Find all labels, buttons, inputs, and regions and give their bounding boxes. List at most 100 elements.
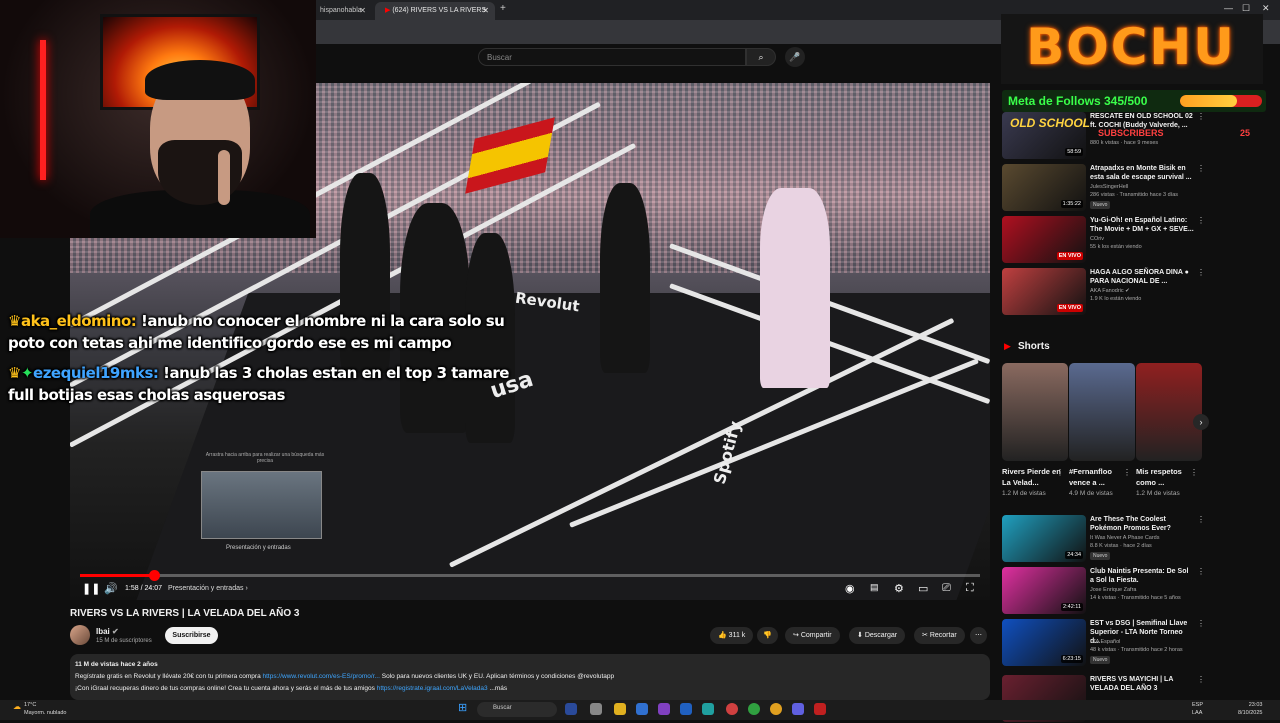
app-icon[interactable] <box>658 703 670 715</box>
more-icon[interactable]: ⋮ <box>1197 567 1205 576</box>
recommended-title[interactable]: HAGA ALGO SEÑORA DINA ● PARA NACIONAL DE… <box>1090 268 1194 286</box>
weather-widget[interactable]: 17°C Mayorm. nublado <box>24 701 67 717</box>
close-icon[interactable]: ✕ <box>482 2 489 20</box>
windows-start-icon[interactable]: ⊞ <box>458 701 467 714</box>
more-icon[interactable]: ⋮ <box>1197 164 1205 173</box>
progress-bar[interactable] <box>80 570 980 581</box>
like-button[interactable]: 👍 311 k <box>710 627 754 644</box>
subtitles-button[interactable]: ▤ <box>870 582 879 593</box>
chapter-button[interactable]: Presentación y entradas › <box>168 585 248 592</box>
autoplay-toggle[interactable]: ◉ <box>845 582 855 595</box>
recommended-channel[interactable]: It Was Never A Phase Cards <box>1090 535 1160 541</box>
discord-icon[interactable] <box>792 703 804 715</box>
more-icon[interactable]: ⋮ <box>1197 216 1205 225</box>
more-icon[interactable]: ⋮ <box>1197 268 1205 277</box>
chat-message: ♛✦ezequiel19mks: !anub las 3 cholas esta… <box>8 364 509 382</box>
more-icon[interactable]: ⋮ <box>1190 468 1198 477</box>
more-icon[interactable]: ⋮ <box>1197 675 1205 684</box>
recommended-title[interactable]: RIVERS VS MAYICHI | LA VELADA DEL AÑO 3 <box>1090 675 1194 693</box>
maximize-icon[interactable]: ☐ <box>1242 3 1250 14</box>
short-title[interactable]: Mis respetos como ... <box>1136 466 1196 488</box>
recommended-video[interactable]: 1:35:22 Atrapadxs en Monte Bisik en esta … <box>1002 164 1205 212</box>
progress-scrubber[interactable] <box>148 570 160 581</box>
video-thumbnail[interactable]: 2:42:11 <box>1002 567 1086 614</box>
description-link[interactable]: https://registrate.igraal.com/LaVelada3 <box>377 685 488 692</box>
more-icon[interactable]: ⋮ <box>1197 112 1205 121</box>
short-title[interactable]: #Fernanfloo vence a ... <box>1069 466 1129 488</box>
avatar[interactable] <box>70 625 90 645</box>
chrome-icon[interactable] <box>726 703 738 715</box>
timecode: 1:58 / 24:07 <box>125 585 162 592</box>
recommended-channel[interactable]: AKA Fanodric ✔ <box>1090 288 1130 294</box>
more-icon[interactable]: ⋮ <box>1056 468 1064 477</box>
search-input[interactable]: Buscar <box>478 48 746 66</box>
short-title[interactable]: Rivers Pierde en La Velad... <box>1002 466 1062 488</box>
pause-button[interactable]: ❚❚ <box>82 582 100 595</box>
recommended-channel[interactable]: Jose Enrique Zafra <box>1090 587 1136 593</box>
close-icon[interactable]: ✕ <box>359 2 366 20</box>
recommended-video[interactable]: 6:23:15 EST vs DSG | Semifinal Llave Supe… <box>1002 619 1205 667</box>
chrome-icon[interactable] <box>770 703 782 715</box>
weather-text: Mayorm. nublado <box>24 710 67 716</box>
video-thumbnail[interactable]: EN VIVO <box>1002 268 1086 315</box>
folder-icon[interactable] <box>614 703 626 715</box>
recommended-title[interactable]: Atrapadxs en Monte Bisik en esta sala de… <box>1090 164 1194 182</box>
recommended-video[interactable]: EN VIVO HAGA ALGO SEÑORA DINA ● PARA NACI… <box>1002 268 1205 316</box>
video-thumbnail[interactable]: 6:23:15 <box>1002 619 1086 666</box>
recommended-video[interactable]: EN VIVO Yu-Gi-Oh! en Español Latino: The … <box>1002 216 1205 264</box>
mic-button[interactable]: 🎤 <box>785 47 805 67</box>
recommended-channel[interactable]: LTA Español <box>1090 639 1120 645</box>
video-thumbnail[interactable]: 24:34 <box>1002 515 1086 562</box>
more-actions-button[interactable]: ⋯ <box>970 627 987 644</box>
video-thumbnail[interactable]: 1:35:22 <box>1002 164 1086 211</box>
tab-hispanohabla[interactable]: hispanohabla ✕ <box>310 2 372 20</box>
description-stats: 11 M de vistas hace 2 años <box>75 661 158 668</box>
recommended-channel[interactable]: JulesSingerHell <box>1090 184 1128 190</box>
more-icon[interactable]: ⋮ <box>1123 468 1131 477</box>
minimize-icon[interactable]: — <box>1224 3 1233 13</box>
recommended-video[interactable]: 2:42:11 Club Naintis Presenta: De Sol a S… <box>1002 567 1205 615</box>
cast-button[interactable]: ⎚ <box>942 582 951 595</box>
app-icon[interactable] <box>590 703 602 715</box>
short-thumbnail[interactable] <box>1136 363 1202 461</box>
download-button[interactable]: ⬇ Descargar <box>849 627 906 644</box>
chrome-icon[interactable] <box>748 703 760 715</box>
recommended-title[interactable]: Club Naintis Presenta: De Sol a Sol la F… <box>1090 567 1194 585</box>
more-icon[interactable]: ⋮ <box>1197 619 1205 628</box>
app-icon[interactable] <box>814 703 826 715</box>
short-thumbnail[interactable] <box>1002 363 1068 461</box>
clip-button[interactable]: ✂ Recortar <box>914 627 965 644</box>
app-icon[interactable] <box>565 703 577 715</box>
show-more-link[interactable]: ...más <box>489 685 507 692</box>
tab-rivers[interactable]: ▶ (624) RIVERS VS LA RIVERS ✕ <box>375 2 495 20</box>
recommended-title[interactable]: Are These The Coolest Pokémon Promos Eve… <box>1090 515 1194 533</box>
theater-button[interactable]: ▭ <box>918 582 928 595</box>
app-icon[interactable] <box>636 703 648 715</box>
settings-button[interactable]: ⚙ <box>894 582 904 595</box>
fullscreen-button[interactable]: ⛶ <box>966 582 974 595</box>
close-window-icon[interactable]: ✕ <box>1262 3 1270 14</box>
language-indicator[interactable]: ESP LAA <box>1192 701 1203 717</box>
live-badge: EN VIVO <box>1056 304 1083 312</box>
volume-button[interactable]: 🔊 <box>104 582 118 595</box>
recommended-video[interactable]: 24:34 Are These The Coolest Pokémon Promo… <box>1002 515 1205 563</box>
app-icon[interactable] <box>680 703 692 715</box>
channel-name[interactable]: Ibai ✔ <box>96 627 119 636</box>
subscribe-button[interactable]: Suscribirse <box>165 627 218 644</box>
video-description[interactable]: 11 M de vistas hace 2 años Regístrate gr… <box>70 654 990 700</box>
edge-icon[interactable] <box>702 703 714 715</box>
taskbar-search[interactable]: Buscar <box>477 702 557 717</box>
recommended-title[interactable]: Yu-Gi-Oh! en Español Latino: The Movie +… <box>1090 216 1194 234</box>
recommended-channel[interactable]: COriv <box>1090 236 1104 242</box>
recommended-meta: 880 k vistas · hace 9 meses <box>1090 140 1159 146</box>
video-thumbnail[interactable]: EN VIVO <box>1002 216 1086 263</box>
shorts-next-button[interactable]: › <box>1193 414 1209 430</box>
search-button[interactable]: ⌕ <box>746 48 776 66</box>
taskbar-clock[interactable]: 23:03 8/10/2025 <box>1238 701 1262 717</box>
more-icon[interactable]: ⋮ <box>1197 515 1205 524</box>
share-button[interactable]: ↪ Compartir <box>785 627 840 644</box>
dislike-button[interactable]: 👎 <box>757 627 778 644</box>
new-tab-button[interactable]: + <box>500 3 506 14</box>
short-thumbnail[interactable] <box>1069 363 1135 461</box>
description-link[interactable]: https://www.revolut.com/es-ES/promo/r... <box>263 673 380 680</box>
